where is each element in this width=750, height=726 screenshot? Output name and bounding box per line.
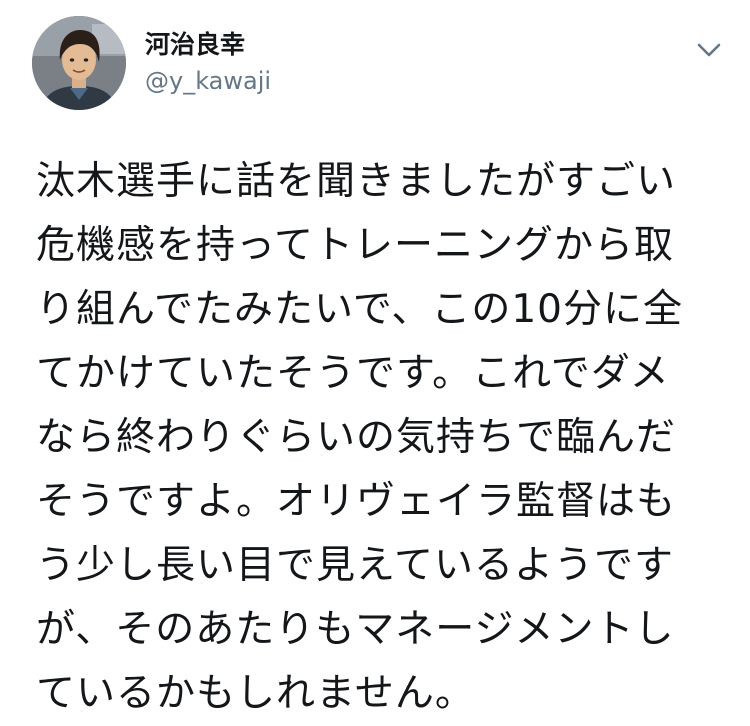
tweet-text-line: そうですよ。オリヴェイラ監督はも <box>36 479 677 524</box>
avatar[interactable] <box>32 16 126 110</box>
author-display-name[interactable]: 河治良幸 <box>145 30 245 60</box>
tweet-text: 汰木選手に話を聞きましたがすごい 危機感を持ってトレーニングから取 り組んでたみ… <box>36 150 726 726</box>
tweet-card: 河治良幸 @y_kawaji 汰木選手に話を聞きましたがすごい 危機感を持ってト… <box>0 0 750 719</box>
avatar-photo-icon <box>32 16 126 110</box>
tweet-text-line: なら終わりぐらいの気持ちで臨んだ <box>36 415 677 460</box>
tweet-text-line: う少し長い目で見えているようです <box>36 543 675 588</box>
author-handle[interactable]: @y_kawaji <box>145 66 271 96</box>
tweet-text-line: てかけていたそうです。これでダメ <box>36 351 670 396</box>
tweet-text-line: が、そのあたりもマネージメントし <box>36 607 675 652</box>
tweet-text-line: 汰木選手に話を聞きましたがすごい <box>36 159 677 204</box>
tweet-text-line: 危機感を持ってトレーニングから取 <box>36 223 675 268</box>
tweet-text-line: り組んでたみたいで、この10分に全 <box>36 287 683 332</box>
tweet-text-line: ているかもしれません。 <box>36 671 475 716</box>
chevron-down-icon[interactable] <box>693 36 725 64</box>
